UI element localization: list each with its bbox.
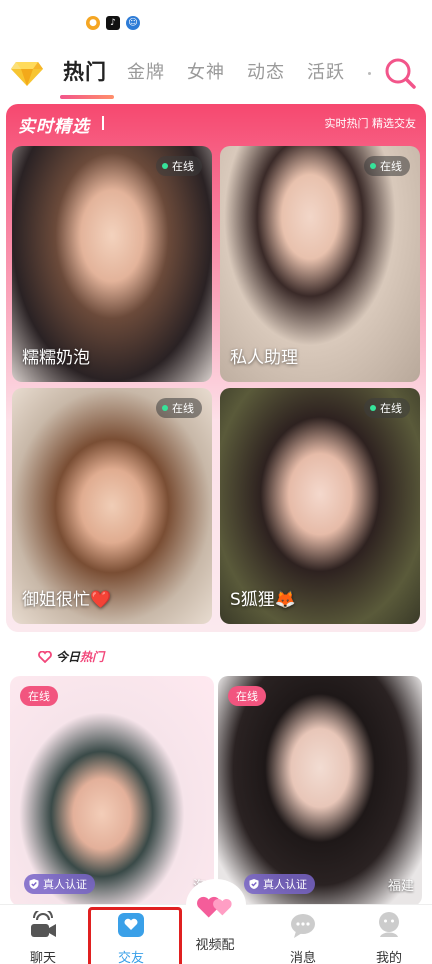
tab-overflow-dot	[368, 72, 371, 75]
featured-card[interactable]: 在线 御姐很忙❤️	[12, 388, 212, 624]
featured-subtitle: 实时热门 精选交友	[324, 117, 417, 130]
profile-photo	[218, 676, 422, 906]
verified-badge: 真人认证	[24, 874, 95, 894]
selection-highlight	[88, 907, 182, 964]
shield-check-icon	[29, 879, 39, 889]
featured-card[interactable]: 在线 S狐狸🦊	[220, 388, 420, 624]
status-icons: ● ♪ ☺	[86, 16, 140, 30]
online-badge: 在线	[364, 398, 410, 418]
card-name: 御姐很忙❤️	[22, 590, 112, 610]
tab-hot[interactable]: 热门	[63, 56, 107, 86]
featured-title: 实时精选	[18, 117, 90, 137]
card-name: 糯糯奶泡	[22, 348, 90, 368]
heart-outline-icon	[38, 650, 52, 663]
search-icon[interactable]	[383, 56, 417, 90]
verified-label: 真人认证	[263, 878, 307, 891]
today-hot-header: 今日热门	[38, 648, 104, 665]
featured-card[interactable]: 在线 糯糯奶泡	[12, 146, 212, 382]
tab-active[interactable]: 活跃	[307, 58, 345, 84]
city-label: 福建	[387, 879, 414, 894]
online-badge: 在线	[156, 398, 202, 418]
diamond-icon[interactable]	[10, 54, 44, 88]
verified-label: 真人认证	[43, 878, 87, 891]
hearts-match-icon	[197, 896, 232, 918]
featured-header: 实时精选 实时热门 精选交友	[6, 104, 426, 142]
tiktok-icon: ♪	[106, 16, 120, 30]
profile-card[interactable]: 在线 真人认证 福建	[218, 676, 422, 906]
online-label: 在线	[172, 160, 194, 173]
featured-card[interactable]: 在线 私人助理	[220, 146, 420, 382]
nav-messages[interactable]: 消息	[268, 911, 338, 964]
online-dot-icon	[162, 163, 168, 169]
top-tab-bar: 热门 金牌 女神 动态 活跃	[0, 44, 432, 100]
profile-icon	[379, 912, 399, 937]
tab-gold[interactable]: 金牌	[127, 58, 165, 84]
title-divider	[102, 116, 104, 130]
card-name: S狐狸🦊	[230, 590, 296, 610]
profile-photo	[10, 676, 214, 906]
online-label: 在线	[380, 160, 402, 173]
online-label: 在线	[380, 402, 402, 415]
nav-profile[interactable]: 我的	[354, 911, 424, 964]
online-label: 在线	[172, 402, 194, 415]
nav-video-match[interactable]: 视频配	[180, 896, 250, 953]
verified-badge: 真人认证	[244, 874, 315, 894]
status-bar: ● ♪ ☺	[0, 0, 432, 44]
online-dot-icon	[370, 163, 376, 169]
nav-label: 消息	[289, 951, 316, 964]
online-dot-icon	[370, 405, 376, 411]
today-hot-word: 热门	[80, 650, 105, 664]
profile-card[interactable]: 在线 真人认证 海	[10, 676, 214, 906]
online-badge: 在线	[364, 156, 410, 176]
online-badge: 在线	[156, 156, 202, 176]
card-name: 私人助理	[230, 348, 298, 368]
tab-moments[interactable]: 动态	[247, 58, 285, 84]
today-hot-label: 今日热门	[56, 648, 104, 665]
message-icon	[291, 914, 315, 938]
nav-chat[interactable]: 聊天	[8, 908, 78, 964]
nav-label: 视频配	[195, 938, 235, 953]
active-tab-indicator	[60, 95, 114, 99]
shield-check-icon	[249, 879, 259, 889]
today-prefix: 今日	[56, 650, 81, 664]
video-chat-icon	[31, 908, 56, 937]
online-badge: 在线	[228, 686, 266, 706]
online-badge: 在线	[20, 686, 58, 706]
weibo-icon: ●	[86, 16, 100, 30]
nav-label: 聊天	[29, 951, 56, 964]
tab-goddess[interactable]: 女神	[187, 58, 225, 84]
robot-icon: ☺	[126, 16, 140, 30]
online-dot-icon	[162, 405, 168, 411]
bottom-nav: 聊天 交友 视频配 消息 我的	[0, 879, 432, 964]
featured-panel: 实时精选 实时热门 精选交友 在线 糯糯奶泡 在线 私人助理 在线 御姐很忙❤️…	[6, 104, 426, 632]
nav-label: 我的	[375, 951, 402, 964]
